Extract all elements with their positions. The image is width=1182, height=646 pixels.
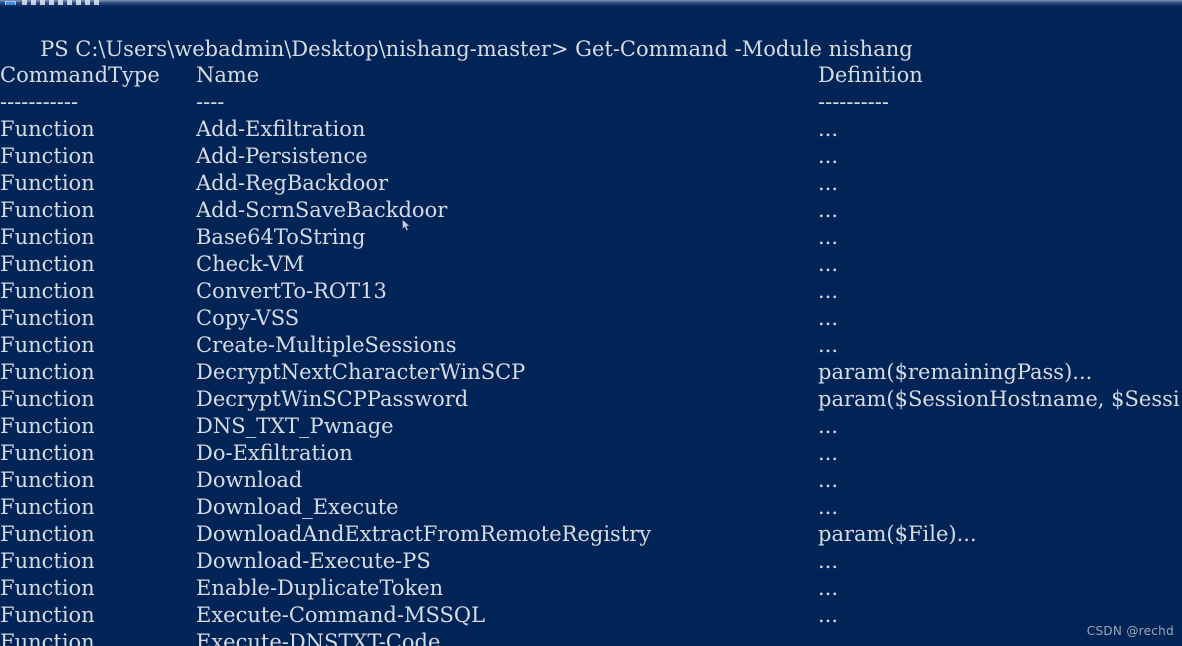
cell-definition: ... [818,144,839,168]
cell-definition: ... [818,225,839,249]
cell-command-type: Function [0,495,95,519]
table-row: Function Execute-DNSTXT-Code [0,629,1182,646]
table-row: Function Add-ScrnSaveBackdoor... [0,197,1182,224]
cell-definition: ... [818,576,839,600]
table-rows-container: Function Add-Exfiltration... Function Add-P… [0,116,1182,646]
cell-name: Execute-DNSTXT-Code [196,630,441,646]
cell-command-type: Function [0,198,95,222]
table-row: Function Copy-VSS... [0,305,1182,332]
cell-name: DecryptNextCharacterWinSCP [196,360,526,384]
cell-command-type: Function [0,549,95,573]
cell-command-type: Function [0,441,95,465]
cell-definition: ... [818,441,839,465]
cell-name: Base64ToString [196,225,366,249]
cell-command-type: Function [0,522,95,546]
cell-name: Create-MultipleSessions [196,333,457,357]
cell-name: Execute-Command-MSSQL [196,603,486,627]
cell-name: Add-RegBackdoor [196,171,389,195]
cell-command-type: Function [0,144,95,168]
table-row: Function Add-RegBackdoor... [0,170,1182,197]
cell-definition: param($File)... [818,522,977,546]
table-row: Function ConvertTo-ROT13... [0,278,1182,305]
cell-definition: ... [818,333,839,357]
table-row: Function DecryptNextCharacterWinSCP param(… [0,359,1182,386]
cell-definition: ... [818,198,839,222]
cell-name: Add-Exfiltration [196,117,366,141]
cell-definition: param($SessionHostname, $Sessi [818,387,1180,411]
cell-command-type: Function [0,252,95,276]
cell-command-type: Function [0,414,95,438]
watermark-label: CSDN @rechd [1086,624,1174,638]
table-row: Function Base64ToString... [0,224,1182,251]
cell-definition: param($remainingPass)... [818,360,1093,384]
table-row: Function Check-VM... [0,251,1182,278]
cell-command-type: Function [0,171,95,195]
table-row: Function Download_Execute... [0,494,1182,521]
cell-command-type: Function [0,576,95,600]
cell-name: Download [196,468,303,492]
table-row: Function Download... [0,467,1182,494]
cell-definition: ... [818,468,839,492]
cell-definition: ... [818,279,839,303]
table-row: Function Do-Exfiltration... [0,440,1182,467]
table-separator-row: ----------- ---- ---------- [0,89,1182,116]
table-row: Function Create-MultipleSessions... [0,332,1182,359]
powershell-console-window: PS C:\Users\webadmin\Desktop\nishang-mas… [0,0,1182,646]
cell-name: DownloadAndExtractFromRemoteRegistry [196,522,652,546]
cell-command-type: Function [0,279,95,303]
cell-name: Add-Persistence [196,144,368,168]
prompt-line: PS C:\Users\webadmin\Desktop\nishang-mas… [0,7,1182,61]
cell-name: DecryptWinSCPPassword [196,387,469,411]
table-row: Function DNS_TXT_Pwnage... [0,413,1182,440]
header-definition: Definition [818,63,923,87]
cell-command-type: Function [0,630,95,646]
separator-command-type: ----------- [0,90,79,114]
cell-command-type: Function [0,117,95,141]
cell-name: Add-ScrnSaveBackdoor [196,198,448,222]
spacer-line-1 [0,35,1182,62]
cell-definition: ... [818,306,839,330]
table-row: Function DecryptWinSCPPassword param($Sess… [0,386,1182,413]
cell-definition: ... [818,549,839,573]
cell-definition: ... [818,171,839,195]
table-header-row: CommandType Name Definition [0,62,1182,89]
table-row: Function Download-Execute-PS... [0,548,1182,575]
cell-definition: ... [818,495,839,519]
cell-definition: ... [818,603,839,627]
cell-command-type: Function [0,387,95,411]
cell-name: Do-Exfiltration [196,441,353,465]
table-row: Function Execute-Command-MSSQL... [0,602,1182,629]
cell-name: Download_Execute [196,495,399,519]
cell-command-type: Function [0,603,95,627]
cell-command-type: Function [0,306,95,330]
table-row: Function Enable-DuplicateToken... [0,575,1182,602]
table-row: Function DownloadAndExtractFromRemoteRegi… [0,521,1182,548]
header-command-type: CommandType [0,63,160,87]
cell-command-type: Function [0,468,95,492]
console-output-area[interactable]: PS C:\Users\webadmin\Desktop\nishang-mas… [0,7,1182,646]
cell-name: DNS_TXT_Pwnage [196,414,394,438]
cell-definition: ... [818,117,839,141]
table-row: Function Add-Persistence... [0,143,1182,170]
cell-name: Check-VM [196,252,305,276]
separator-definition: ---------- [818,90,889,114]
cell-command-type: Function [0,360,95,384]
cell-command-type: Function [0,225,95,249]
cell-name: ConvertTo-ROT13 [196,279,387,303]
cell-name: Copy-VSS [196,306,300,330]
window-titlebar[interactable] [0,0,1182,7]
cell-definition: ... [818,252,839,276]
cell-command-type: Function [0,333,95,357]
separator-name: ---- [196,90,225,114]
cell-definition: ... [818,414,839,438]
cell-name: Download-Execute-PS [196,549,431,573]
table-row: Function Add-Exfiltration... [0,116,1182,143]
header-name: Name [196,63,260,87]
cell-name: Enable-DuplicateToken [196,576,444,600]
